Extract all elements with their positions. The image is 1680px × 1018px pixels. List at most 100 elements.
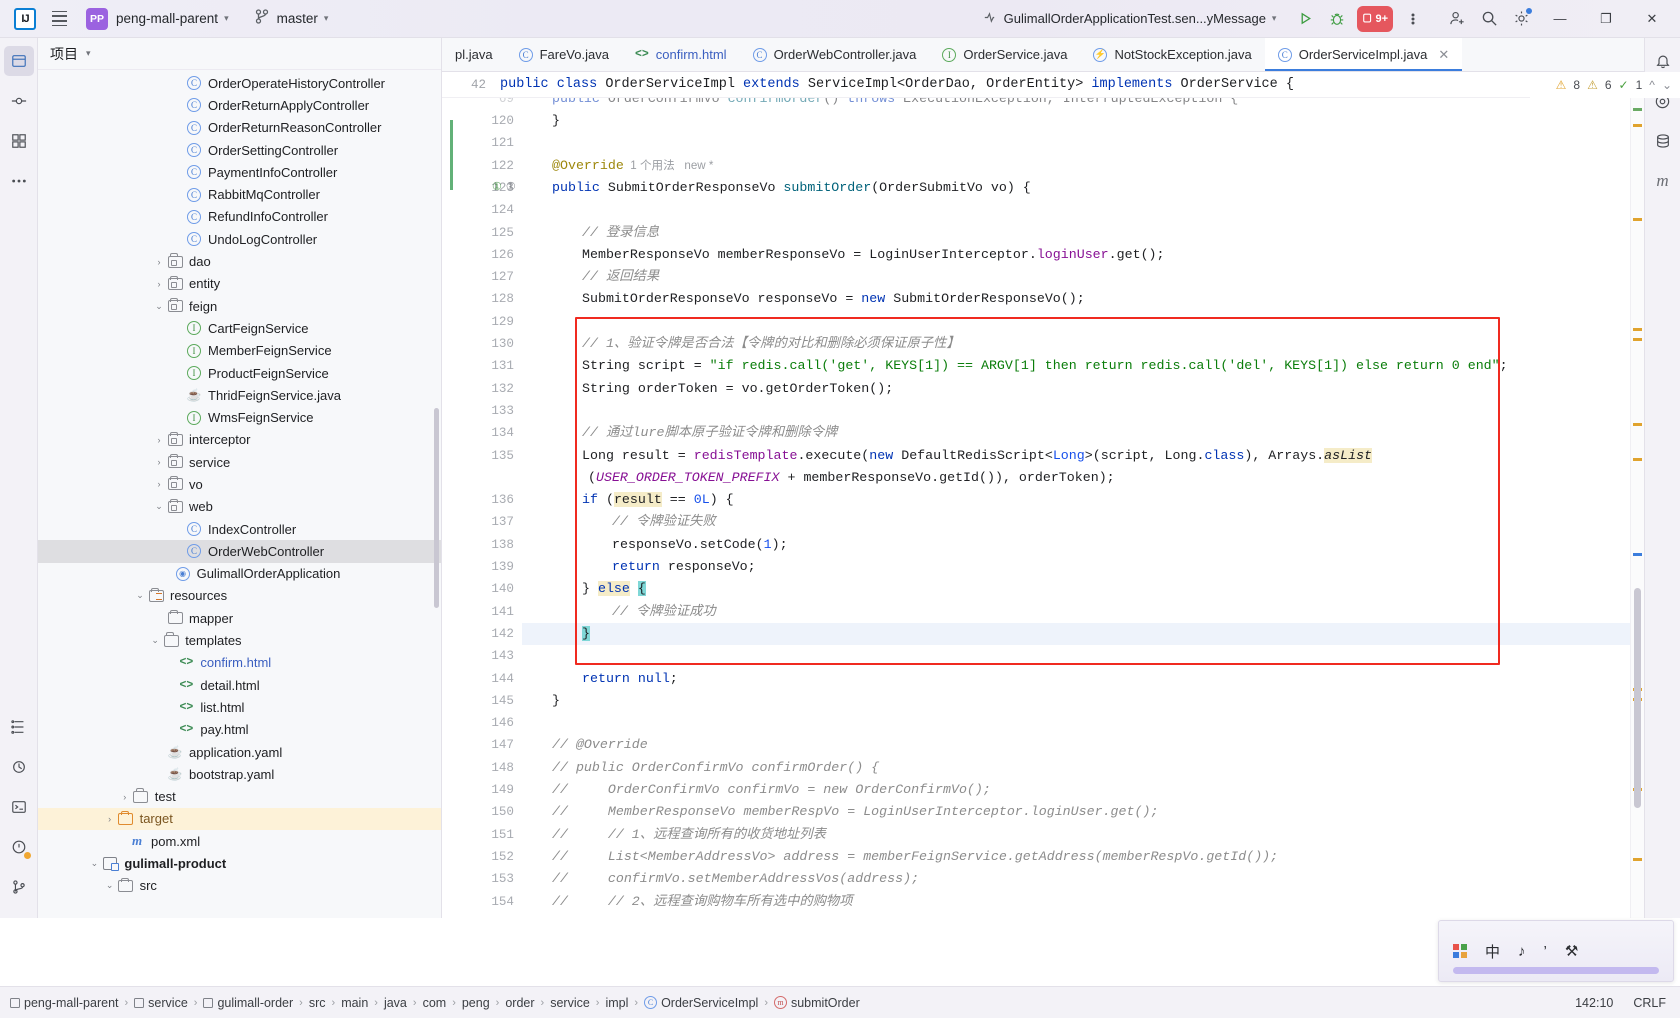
commit-tool-icon[interactable] [4, 86, 34, 116]
tree-expander-icon[interactable]: › [171, 413, 185, 423]
tree-expander-icon[interactable]: › [163, 658, 177, 668]
tree-node-gulimall-product[interactable]: ⌄ gulimall-product [38, 852, 441, 874]
problems-tool-icon[interactable] [4, 832, 34, 862]
tree-node-dao[interactable]: › dao [38, 250, 441, 272]
breadcrumb[interactable]: peng-mall-parent › service › gulimall-order ›… [10, 996, 860, 1010]
ime-tone-icon[interactable]: ♪ [1518, 943, 1526, 960]
code-line[interactable]: // // 1、远程查询所有的收货地址列表 [522, 824, 1644, 846]
breadcrumb-item-com[interactable]: com [423, 996, 447, 1010]
tree-node-orderoperatehistorycontroller[interactable]: ›C OrderOperateHistoryController [38, 72, 441, 94]
build-tool-icon[interactable] [4, 752, 34, 782]
line-number[interactable]: 127 [442, 266, 522, 288]
main-menu-icon[interactable] [46, 6, 72, 32]
tree-node-wmsfeignservice[interactable]: ›I WmsFeignService [38, 406, 441, 428]
line-number[interactable]: 121 [442, 132, 522, 154]
line-number[interactable]: 147 [442, 734, 522, 756]
tree-expander-icon[interactable]: › [171, 145, 185, 155]
inspection-widget[interactable]: ⚠ 8 ⚠ 6 ✓ 1 ^ ⌄ [1530, 72, 1680, 98]
code-line[interactable]: String orderToken = vo.getOrderToken(); [522, 378, 1644, 400]
code-line[interactable] [522, 132, 1644, 154]
branch-selector[interactable]: master ▾ [255, 8, 328, 29]
code-line[interactable]: } [522, 690, 1644, 712]
code-line[interactable]: // 通过lure脚本原子验证令牌和删除令牌 [522, 422, 1644, 444]
editor-code-area[interactable]: public OrderConfirmVo confirmOrder() thr… [522, 98, 1644, 918]
tree-expander-icon[interactable]: › [171, 346, 185, 356]
code-editor[interactable]: 69 120 121 122 123 ① ① 124 125 126 127 128 129 130 131… [442, 98, 1644, 918]
tree-expander-icon[interactable]: › [171, 524, 185, 534]
tree-expander-icon[interactable]: ⌄ [148, 635, 162, 646]
code-line[interactable]: String script = "if redis.call('get', KE… [522, 355, 1644, 377]
chevron-down-icon[interactable]: ▾ [86, 48, 91, 59]
line-number[interactable]: 129 [442, 311, 522, 333]
tree-expander-icon[interactable]: › [152, 479, 166, 489]
breadcrumb-item-peng-mall-parent[interactable]: peng-mall-parent [10, 996, 119, 1010]
code-line[interactable]: return responseVo; [522, 556, 1644, 578]
editor-tab-bar[interactable]: pl.java C FareVo.java <> confirm.html C OrderW… [442, 38, 1644, 72]
tree-expander-icon[interactable]: › [152, 257, 166, 267]
tree-expander-icon[interactable]: › [152, 769, 166, 779]
tree-node-cartfeignservice[interactable]: ›I CartFeignService [38, 317, 441, 339]
line-number[interactable]: 126 [442, 244, 522, 266]
run-button[interactable] [1290, 4, 1320, 34]
tree-expander-icon[interactable]: › [114, 836, 128, 846]
database-icon[interactable] [1648, 126, 1678, 156]
chevron-down-icon[interactable]: ▾ [224, 13, 229, 24]
breadcrumb-item-submitorder[interactable]: m submitOrder [773, 996, 860, 1010]
tree-node-bootstrap-yaml[interactable]: ›☕ bootstrap.yaml [38, 763, 441, 785]
tree-node-src[interactable]: ⌄ src [38, 875, 441, 897]
code-line[interactable]: public SubmitOrderResponseVo submitOrder… [522, 177, 1644, 199]
tree-node-rabbitmqcontroller[interactable]: ›C RabbitMqController [38, 183, 441, 205]
tree-node-resources[interactable]: ⌄ resources [38, 585, 441, 607]
line-number[interactable]: 138 [442, 534, 522, 556]
tree-node-memberfeignservice[interactable]: ›I MemberFeignService [38, 340, 441, 362]
project-tree-scrollbar[interactable] [434, 408, 439, 608]
code-line[interactable] [522, 311, 1644, 333]
tree-expander-icon[interactable]: › [171, 78, 185, 88]
tree-expander-icon[interactable]: › [163, 702, 177, 712]
tree-node-test[interactable]: › test [38, 786, 441, 808]
tree-node-indexcontroller[interactable]: ›C IndexController [38, 518, 441, 540]
code-line-current[interactable]: } [522, 622, 1644, 646]
project-tool-icon[interactable] [3, 46, 34, 76]
ime-shape-icon[interactable]: ’ [1544, 943, 1547, 960]
tree-expander-icon[interactable]: › [118, 792, 132, 802]
breadcrumb-item-java[interactable]: java [384, 996, 407, 1010]
tree-node-orderreturnapplycontroller[interactable]: ›C OrderReturnApplyController [38, 94, 441, 116]
line-number[interactable]: 137 [442, 511, 522, 533]
breadcrumb-item-service[interactable]: service [134, 996, 188, 1010]
structure-view-icon[interactable] [4, 712, 34, 742]
line-number[interactable]: 122 [442, 155, 522, 177]
tree-expander-icon[interactable]: › [171, 323, 185, 333]
code-line[interactable]: // confirmVo.setMemberAddressVos(address… [522, 868, 1644, 890]
code-line[interactable]: // public OrderConfirmVo confirmOrder() … [522, 757, 1644, 779]
tree-node-thridfeignservice-java[interactable]: ›☕ ThridFeignService.java [38, 384, 441, 406]
tree-expander-icon[interactable]: › [171, 167, 185, 177]
breadcrumb-item-order[interactable]: order [505, 996, 534, 1010]
tree-node-pay-html[interactable]: ›<> pay.html [38, 719, 441, 741]
close-icon[interactable]: ✕ [1438, 47, 1449, 63]
tree-node-entity[interactable]: › entity [38, 273, 441, 295]
editor-tab-notstockexception-java[interactable]: ⚡ NotStockException.java [1080, 38, 1264, 71]
git-tool-icon[interactable] [4, 872, 34, 902]
code-line[interactable]: // 1、验证令牌是否合法【令牌的对比和删除必须保证原子性】 [522, 333, 1644, 355]
code-line[interactable]: } else { [522, 578, 1644, 600]
breadcrumb-item-peng[interactable]: peng [462, 996, 490, 1010]
line-number[interactable]: 145 [442, 690, 522, 712]
line-number[interactable]: 124 [442, 199, 522, 221]
tree-expander-icon[interactable]: › [171, 123, 185, 133]
tree-expander-icon[interactable]: ⌄ [87, 858, 101, 869]
line-number[interactable]: 152 [442, 846, 522, 868]
code-line[interactable]: } [522, 110, 1644, 132]
debug-button[interactable] [1322, 4, 1352, 34]
tree-expander-icon[interactable]: › [171, 368, 185, 378]
code-line[interactable]: // 返回结果 [522, 266, 1644, 288]
maximize-button[interactable]: ❐ [1584, 0, 1628, 38]
search-icon[interactable] [1474, 4, 1504, 34]
breadcrumb-item-gulimall-order[interactable]: gulimall-order [203, 996, 293, 1010]
tree-node-templates[interactable]: ⌄ templates [38, 629, 441, 651]
tree-node-service[interactable]: › service [38, 451, 441, 473]
line-number[interactable]: 144 [442, 668, 522, 690]
tree-node-application-yaml[interactable]: ›☕ application.yaml [38, 741, 441, 763]
more-vertical-icon[interactable] [1398, 4, 1428, 34]
editor-tab-pl-java[interactable]: pl.java [442, 38, 506, 71]
